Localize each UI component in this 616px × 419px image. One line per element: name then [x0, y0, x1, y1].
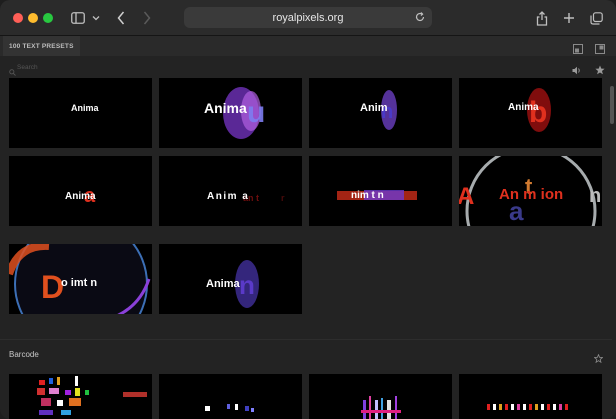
preset-tile[interactable]: nim t n [309, 156, 452, 226]
svg-text:u: u [247, 96, 265, 129]
preset-text: Anima [71, 103, 99, 113]
preset-tile[interactable]: A a t n An m ion [459, 156, 602, 226]
search-input[interactable] [17, 60, 557, 74]
svg-text:A: A [459, 183, 474, 210]
preset-text: Anim [360, 102, 388, 114]
section-title[interactable]: Barcode [9, 350, 39, 359]
new-tab-icon[interactable] [562, 8, 576, 28]
sidebar-icon[interactable] [70, 8, 86, 28]
preset-effect: b [527, 88, 551, 132]
reload-icon[interactable] [414, 10, 426, 28]
barcode-preset-tile[interactable] [9, 374, 152, 419]
preset-text: nim t n [351, 190, 384, 201]
presets-tab[interactable]: 100 TEXT PRESETS [3, 36, 80, 56]
svg-text:n: n [239, 270, 255, 300]
preset-effect [361, 396, 401, 419]
forward-icon[interactable] [140, 8, 154, 28]
search-row [0, 56, 612, 78]
preset-tile[interactable]: n Anim [309, 78, 452, 148]
preset-text: An m ion [499, 186, 564, 203]
share-icon[interactable] [535, 8, 549, 28]
scrollbar[interactable] [610, 86, 614, 124]
preset-text: Anima [508, 102, 539, 113]
panel-toolbar: 100 TEXT PRESETS [0, 36, 616, 56]
preset-text: Anima [65, 191, 96, 202]
svg-text:n: n [589, 185, 601, 207]
browser-window: royalpixels.org 100 TEXT PRESETS Search … [0, 0, 616, 419]
maximize-window-button[interactable] [43, 13, 53, 23]
svg-text:r: r [281, 193, 285, 203]
barcode-preset-tile[interactable] [459, 374, 602, 419]
chevron-down-icon[interactable] [91, 8, 101, 28]
minimize-window-button[interactable] [28, 13, 38, 23]
section-divider [0, 339, 612, 340]
preset-effect [37, 376, 147, 415]
url-text: royalpixels.org [272, 11, 344, 24]
barcode-preset-tile[interactable] [159, 374, 302, 419]
close-window-button[interactable] [13, 13, 23, 23]
preset-text: Anim a [207, 191, 250, 202]
preset-text: Anima [206, 278, 240, 290]
preset-tile[interactable]: u Anima [159, 78, 302, 148]
preset-tile[interactable]: b Anima [459, 78, 602, 148]
title-bar: royalpixels.org [0, 0, 616, 36]
address-bar[interactable]: royalpixels.org [184, 7, 432, 28]
star-icon[interactable] [593, 350, 604, 368]
preset-text: o imt n [61, 277, 98, 289]
back-icon[interactable] [114, 8, 128, 28]
preset-text: Anima [204, 100, 247, 116]
preset-tile[interactable]: n Anima [159, 244, 302, 314]
preset-effect [487, 404, 568, 410]
tabs-overview-icon[interactable] [589, 8, 603, 28]
barcode-preset-tile[interactable] [309, 374, 452, 419]
preset-tile[interactable]: an t r Anim a [159, 156, 302, 226]
preset-tile[interactable]: Anima [9, 78, 152, 148]
preset-tile[interactable]: D o imt n [9, 244, 152, 314]
preset-tile[interactable]: a Anima [9, 156, 152, 226]
preset-effect [205, 404, 254, 412]
